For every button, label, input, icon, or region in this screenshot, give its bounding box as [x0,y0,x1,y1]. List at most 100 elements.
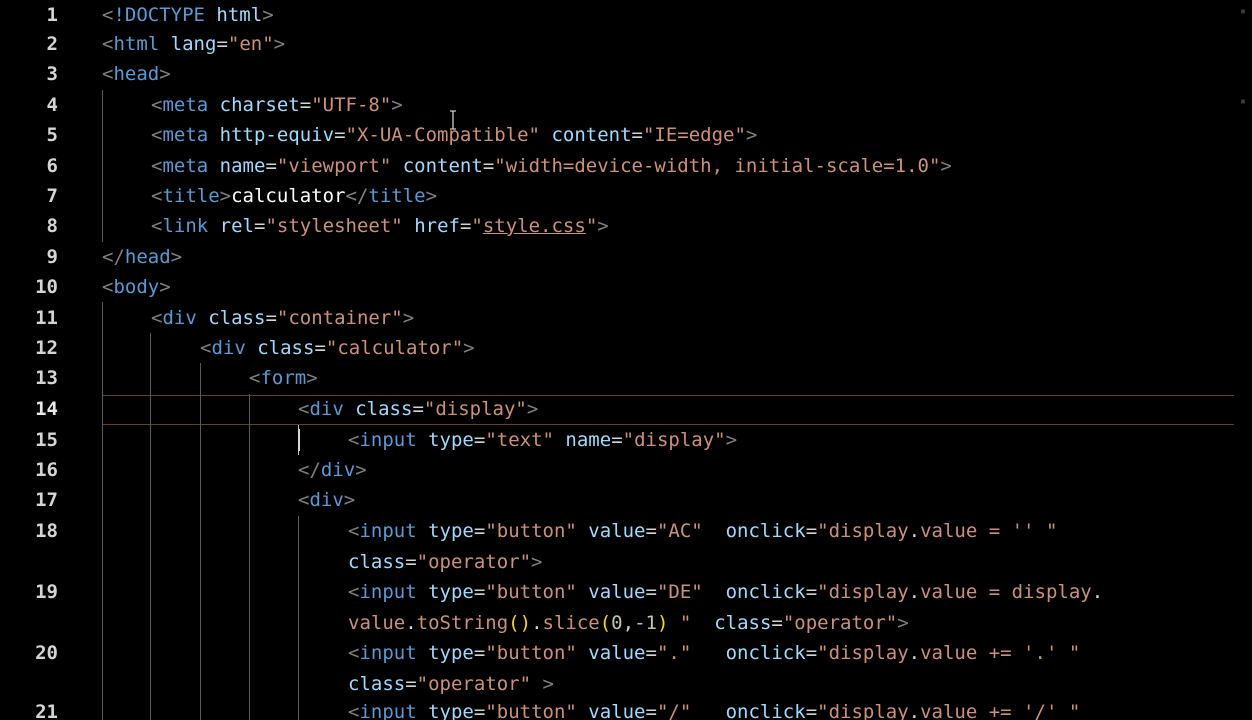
attr-value: "operator" [782,612,898,634]
attr-value: value = display [920,581,1092,603]
attr-value: value += '.' " [920,642,1081,664]
equals: = [805,642,818,664]
dot: . [405,612,417,634]
line-number-gutter: 1 2 3 4 5 6 7 8 9 10 11 12 13 14 15 16 1… [0,0,75,720]
equals: = [611,429,623,451]
code-line: <meta charset="UTF-8"> [151,90,403,120]
line-number: 8 [46,215,58,237]
code-line: <body> [102,272,171,302]
current-line-highlight [102,395,1234,425]
attr-name: type [428,642,474,664]
tag-name: input [359,581,417,603]
equals: = [314,337,326,359]
code-line: <meta name="viewport" content="width=dev… [151,151,952,181]
bracket: > [355,459,367,481]
bracket: > [531,551,543,573]
file-link[interactable]: style.css [483,215,586,237]
paren: ) [656,612,669,634]
bracket: > [531,673,554,695]
equals: = [473,429,486,451]
line-number: 10 [35,276,58,298]
attr-value: "DE" [656,581,703,603]
attr-value: toString [416,612,509,634]
attr-value: "/" [656,701,692,720]
tag-name: title [368,185,426,207]
attr-name: lang [170,33,217,55]
bracket: > [170,246,183,268]
attr-value: "operator" [416,551,532,573]
dot: . [908,642,921,664]
indent-guide [200,363,201,720]
attr-name: http-equiv [219,124,335,146]
equals: = [473,701,486,720]
equals: = [412,398,424,420]
code-editor[interactable]: 1 2 3 4 5 6 7 8 9 10 11 12 13 14 15 16 1… [0,0,1252,720]
bracket: < [348,429,360,451]
equals: = [645,642,657,664]
bracket: < [348,642,360,664]
bracket: < [151,94,163,116]
code-line: <div class="container"> [151,303,414,333]
code-line: <input type="text" name="display"> [348,425,737,455]
code-line: <div> [298,485,355,515]
attr-name: type [428,701,474,720]
equals: = [771,612,783,634]
attr-value: "." [656,642,692,664]
line-number: 11 [35,307,58,329]
bracket: > [725,429,738,451]
text-cursor-icon [450,110,456,130]
paren: () [508,612,532,634]
line-number: 12 [35,337,58,359]
bracket: > [262,4,274,26]
bracket: > [940,155,952,177]
code-line: <input type="button" value="AC" onclick=… [348,516,1057,546]
bracket: > [745,124,758,146]
attr-name: onclick [725,520,806,542]
equals: = [254,215,266,237]
equals: = [473,642,486,664]
attr-value: "viewport" [276,155,392,177]
bracket: < [348,701,360,720]
attr-name: html [216,4,263,26]
bracket: > [391,94,403,116]
line-number: 4 [46,94,58,116]
number: 0 [611,612,623,634]
bracket: < [102,63,114,85]
attr-value: "button" [485,520,577,542]
bracket: > [343,489,356,511]
attr-name: value [588,642,646,664]
attr-value: " [585,215,598,237]
equals: = [265,155,277,177]
line-number: 20 [35,642,58,664]
tag-name: input [359,520,417,542]
tag-name: title [162,185,220,207]
attr-name: name [219,155,266,177]
bracket: > [306,367,318,389]
bracket: < [151,185,163,207]
line-number: 2 [46,33,58,55]
equals: = [405,673,417,695]
attr-value: "IE=edge" [642,124,746,146]
attr-value: "calculator" [325,337,464,359]
line-number: 16 [35,459,58,481]
line-number: 3 [46,63,58,85]
bracket: > [159,63,171,85]
equals: = [631,124,643,146]
attr-value: "UTF-8" [311,94,392,116]
bracket: > [897,612,909,634]
code-line: <html lang="en"> [102,29,285,59]
line-number: 5 [46,124,58,146]
line-number-current: 14 [35,398,58,420]
bracket: > [425,185,438,207]
dot: . [908,701,921,720]
code-line: <form> [249,363,318,393]
equals: = [805,520,818,542]
line-number: 18 [35,520,58,542]
bracket: < [298,398,310,420]
bracket: < [102,4,114,26]
equals: = [473,581,486,603]
attr-name: class [355,398,413,420]
code-line-wrap: class="operator"> [348,547,543,577]
bracket: < [151,215,163,237]
tag-name: html [113,33,160,55]
